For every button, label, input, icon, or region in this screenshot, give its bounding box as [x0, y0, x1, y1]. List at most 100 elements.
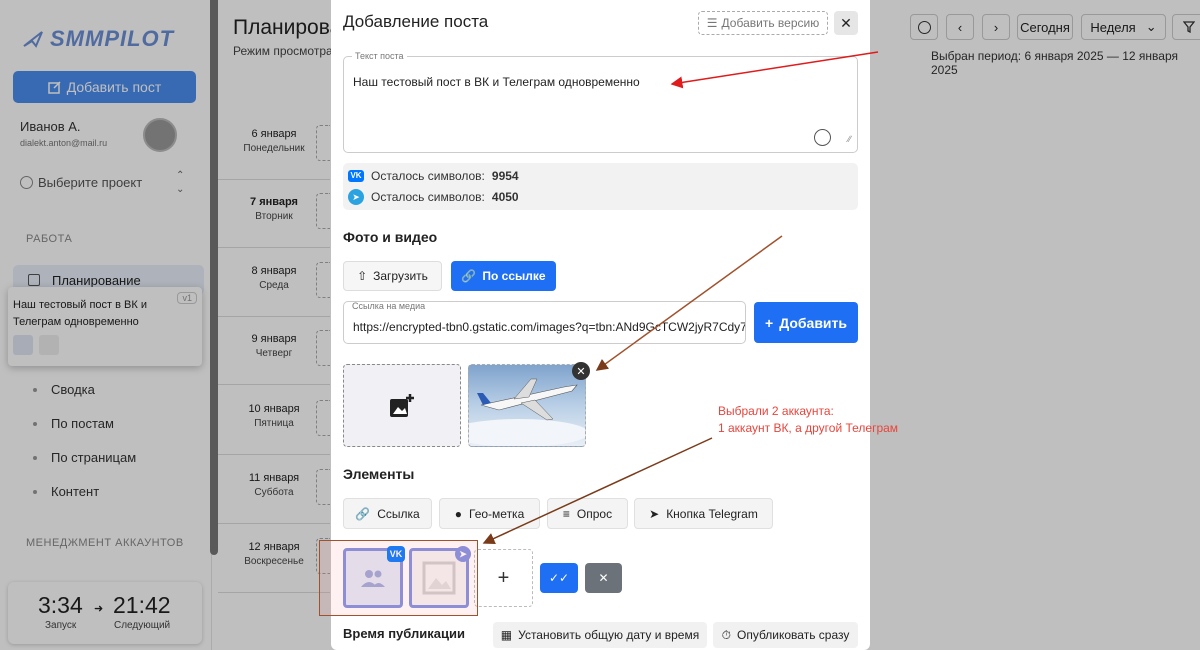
day-slot[interactable]: [316, 193, 330, 229]
day-slot[interactable]: [316, 330, 330, 366]
group-avatar-icon: [13, 335, 33, 355]
project-select[interactable]: Выберите проект: [20, 175, 142, 190]
bullet-icon: [33, 489, 37, 494]
media-url-value[interactable]: https://encrypted-tbn0.gstatic.com/image…: [353, 320, 745, 334]
day-weekday: Пятница: [254, 418, 294, 429]
add-account-button[interactable]: +: [474, 549, 533, 607]
remove-media-button[interactable]: ✕: [572, 362, 590, 380]
day-slot[interactable]: [316, 469, 330, 505]
counter-telegram: ➤ Осталось символов: 4050: [348, 189, 519, 205]
emoji-icon[interactable]: [814, 129, 831, 146]
today-button[interactable]: Сегодня: [1017, 14, 1073, 40]
add-version-button[interactable]: ☰ Добавить версию: [698, 11, 828, 35]
day-row: 6 января Понедельник: [218, 128, 330, 180]
day-slot[interactable]: [316, 400, 330, 436]
element-poll-button[interactable]: ≡ Опрос: [547, 498, 628, 529]
send-icon: ➤: [649, 506, 660, 521]
by-link-button[interactable]: 🔗 По ссылке: [451, 261, 556, 291]
sidebar-item-label: По страницам: [51, 450, 137, 465]
upload-icon: ⇧: [357, 269, 368, 283]
start-label: Запуск: [45, 620, 77, 631]
arrow-right-icon: ➜: [94, 603, 104, 615]
upload-label: Загрузить: [373, 269, 428, 283]
image-placeholder-icon: [39, 335, 59, 355]
close-icon: ✕: [840, 14, 852, 31]
day-slot[interactable]: [316, 125, 330, 161]
logo-text: SMMPILOT: [50, 26, 175, 51]
chevron-right-icon: ›: [993, 19, 999, 35]
sidebar-item-label: Сводка: [51, 382, 95, 397]
char-counters: VK Осталось символов: 9954 ➤ Осталось си…: [343, 163, 858, 210]
counter-label: Осталось символов:: [371, 169, 485, 183]
sidebar-item-content[interactable]: Контент: [33, 484, 99, 499]
media-thumbnail[interactable]: [468, 364, 586, 447]
post-text-value[interactable]: Наш тестовый пост в ВК и Телеграм одновр…: [353, 75, 640, 89]
day-row: 10 января Пятница: [218, 403, 330, 455]
day-row: 9 января Четверг: [218, 333, 330, 385]
media-url-field[interactable]: Ссылка на медиа https://encrypted-tbn0.g…: [343, 301, 746, 344]
filter-button[interactable]: [1172, 14, 1200, 40]
sidebar-scrollbar[interactable]: [210, 0, 218, 555]
day-date: 6 января: [251, 128, 297, 140]
add-version-label: Добавить версию: [721, 16, 820, 30]
day-date: 11 января: [248, 472, 300, 484]
media-url-label: Ссылка на медиа: [352, 301, 426, 311]
link-icon: 🔗: [461, 269, 477, 283]
day-row: 7 января Вторник: [218, 196, 330, 248]
sidebar-item-by-pages[interactable]: По страницам: [33, 450, 136, 465]
layers-icon: ☰: [706, 16, 718, 30]
counter-value: 4050: [491, 190, 519, 204]
poll-icon: ≡: [562, 506, 570, 521]
user-email: dialekt.anton@mail.ru: [20, 138, 108, 148]
filter-icon: [1183, 21, 1195, 33]
info-icon: [917, 20, 931, 34]
element-telegram-button[interactable]: ➤ Кнопка Telegram: [634, 498, 773, 529]
section-accounts: МЕНЕДЖМЕНТ АККАУНТОВ: [26, 537, 184, 549]
close-button[interactable]: ✕: [834, 11, 858, 35]
confirm-accounts-button[interactable]: ✓✓: [540, 563, 578, 593]
resize-handle-icon[interactable]: ∕∕: [848, 134, 851, 144]
double-check-icon: ✓✓: [548, 571, 570, 585]
sidebar-item-label: Планирование: [52, 272, 141, 288]
view-select[interactable]: Неделя ⌄: [1081, 14, 1166, 40]
logo[interactable]: SMMPILOT: [22, 26, 174, 52]
element-link-button[interactable]: 🔗 Ссылка: [343, 498, 432, 529]
day-row: 12 января Воскресенье: [218, 541, 330, 593]
publish-now-button[interactable]: ⏱ Опубликовать сразу: [713, 622, 858, 648]
post-preview-card[interactable]: v1 Наш тестовый пост в ВК и Телеграм одн…: [8, 287, 202, 366]
page-title: Планирова: [233, 16, 342, 39]
by-link-label: По ссылке: [482, 269, 546, 283]
avatar[interactable]: [143, 118, 177, 152]
day-slot[interactable]: [316, 262, 330, 298]
next-button[interactable]: ›: [982, 14, 1010, 40]
link-icon: 🔗: [355, 506, 371, 521]
post-text-field[interactable]: Текст поста Наш тестовый пост в ВК и Тел…: [343, 51, 858, 153]
cancel-accounts-button[interactable]: ✕: [585, 563, 622, 593]
day-weekday: Четверг: [255, 348, 293, 359]
day-row: 11 января Суббота: [218, 472, 330, 524]
day-date: 9 января: [251, 333, 297, 345]
set-date-button[interactable]: ▦ Установить общую дату и время: [493, 622, 707, 648]
prev-button[interactable]: ‹: [946, 14, 974, 40]
counter-label: Осталось символов:: [371, 190, 485, 204]
add-media-tile[interactable]: [343, 364, 461, 447]
view-label: Неделя: [1090, 19, 1136, 35]
location-icon: ●: [454, 506, 462, 521]
upload-button[interactable]: ⇧ Загрузить: [343, 261, 442, 291]
info-button[interactable]: [910, 14, 938, 40]
element-geo-button[interactable]: ● Гео-метка: [439, 498, 540, 529]
add-post-button[interactable]: Добавить пост: [13, 71, 196, 103]
day-date: 8 января: [251, 265, 297, 277]
elements-heading: Элементы: [343, 466, 415, 482]
close-icon: ✕: [576, 365, 586, 378]
period-text: Выбран период: 6 января 2025 — 12 января…: [931, 49, 1178, 77]
next-time: 21:42: [113, 592, 171, 618]
day-row: 8 января Среда: [218, 265, 330, 317]
sidebar-item-by-posts[interactable]: По постам: [33, 416, 114, 431]
add-media-button[interactable]: + Добавить: [754, 302, 858, 343]
day-date: 7 января: [250, 196, 298, 208]
sidebar-item-summary[interactable]: Сводка: [33, 382, 95, 397]
calendar-icon: [28, 274, 40, 286]
publish-time-heading: Время публикации: [343, 626, 465, 641]
chevron-updown-icon[interactable]: ⌃ ⌄: [176, 169, 184, 197]
